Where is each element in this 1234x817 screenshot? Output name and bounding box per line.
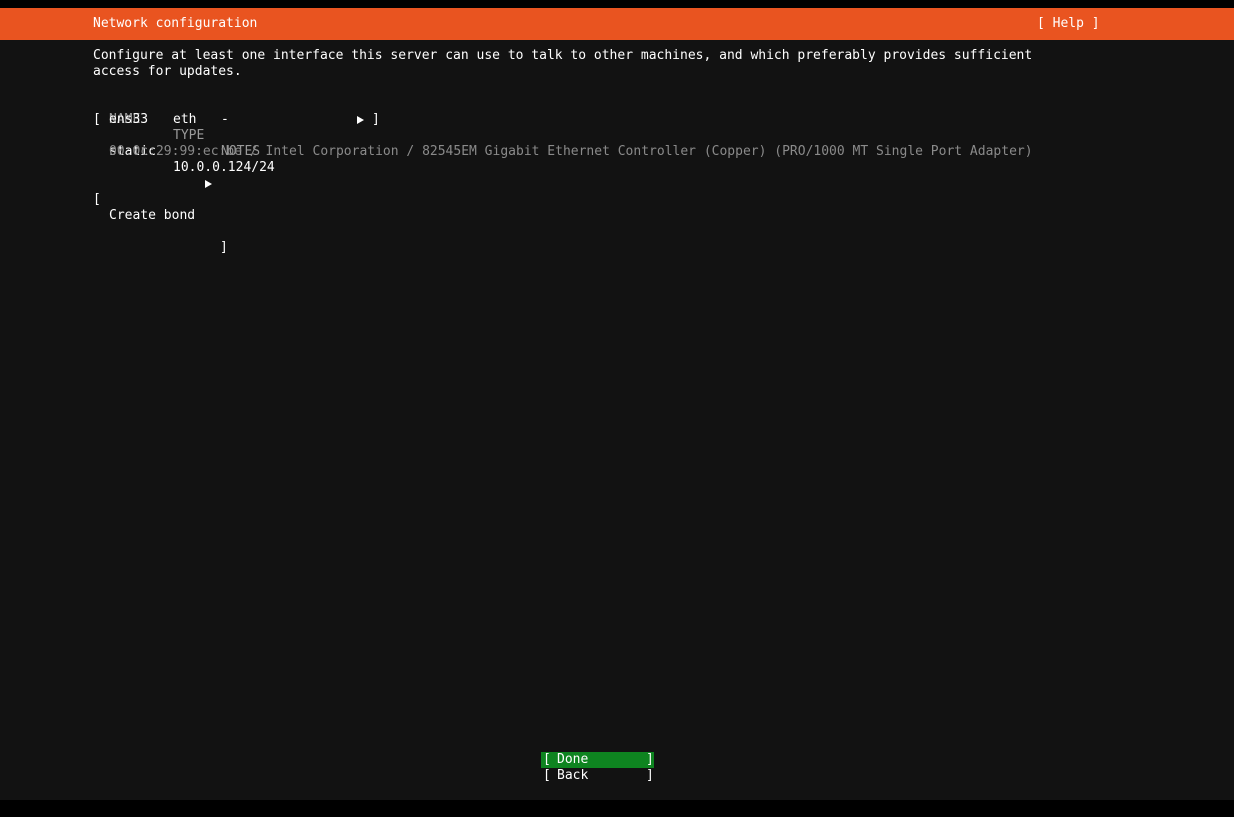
- interface-row-ens33[interactable]: [ ens33 eth - ]: [93, 112, 393, 128]
- help-button[interactable]: [ Help ]: [1037, 16, 1100, 32]
- back-label: Back: [557, 768, 589, 783]
- bond-open-bracket: [: [93, 192, 101, 207]
- done-open-bracket: [: [543, 752, 551, 767]
- installer-screen: Network configuration [ Help ] Configure…: [0, 8, 1234, 800]
- interface-type: eth: [173, 112, 197, 127]
- ip-address: 10.0.0.124/24: [173, 160, 275, 175]
- page-title: Network configuration: [93, 16, 258, 31]
- header-bar: Network configuration [ Help ]: [0, 8, 1234, 40]
- expand-arrow-icon[interactable]: [357, 116, 364, 124]
- interface-name: ens33: [109, 112, 149, 127]
- done-button[interactable]: [ Done ]: [541, 752, 654, 768]
- back-close-bracket: ]: [646, 768, 654, 783]
- column-type-header: TYPE: [173, 128, 205, 143]
- description-text: Configure at least one interface this se…: [93, 48, 1033, 79]
- create-bond-label: Create bond: [109, 208, 196, 223]
- done-close-bracket: ]: [646, 752, 654, 767]
- bond-close-bracket: ]: [220, 240, 228, 255]
- back-button[interactable]: [ Back ]: [541, 768, 654, 784]
- done-label: Done: [557, 752, 589, 767]
- hardware-info: 00:0c:29:99:ec:be / Intel Corporation / …: [109, 144, 1033, 159]
- back-open-bracket: [: [543, 768, 551, 783]
- create-bond-button[interactable]: [ Create bond ]: [93, 176, 228, 272]
- chevron-right-icon: [205, 180, 212, 188]
- row-open-bracket: [: [93, 112, 101, 127]
- interface-notes: -: [221, 112, 229, 127]
- row-close-bracket: ]: [372, 112, 380, 127]
